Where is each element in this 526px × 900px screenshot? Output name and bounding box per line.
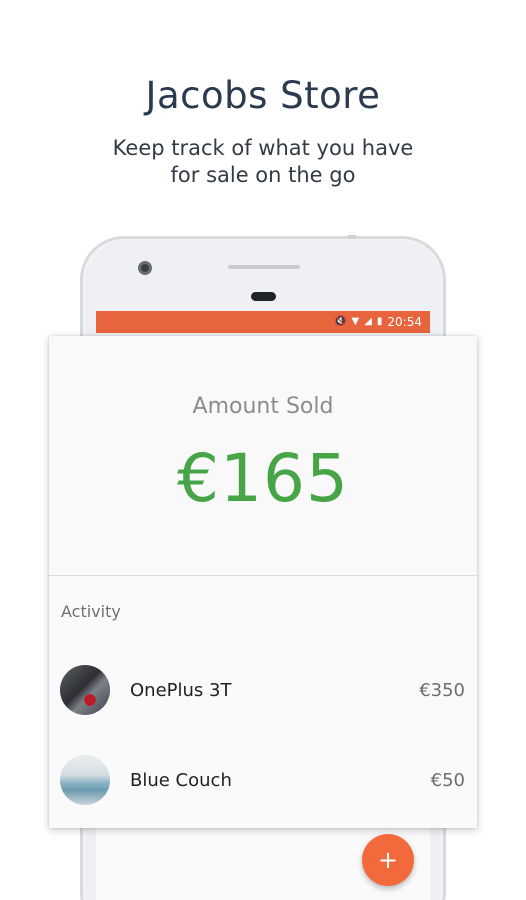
item-title: OnePlus 3T: [130, 679, 232, 701]
store-tagline: Keep track of what you have for sale on …: [0, 135, 526, 189]
phone-speaker: [228, 265, 300, 269]
battery-icon: ▮: [376, 316, 383, 327]
item-price: €350: [419, 679, 465, 701]
item-thumbnail: [60, 755, 110, 805]
store-title: Jacobs Store: [145, 74, 381, 117]
tagline-line-1: Keep track of what you have: [112, 136, 414, 160]
status-time: 20:54: [387, 315, 422, 329]
sales-card: Amount Sold €165 Activity OnePlus 3T €35…: [49, 336, 477, 828]
activity-item[interactable]: Blue Couch €50: [49, 750, 477, 810]
status-bar: 🔇 ▼ ◢ ▮ 20:54: [96, 311, 430, 333]
mute-icon: 🔇: [334, 316, 347, 327]
item-thumbnail: [60, 665, 110, 715]
front-camera: [138, 261, 152, 275]
activity-header: Activity: [61, 602, 121, 621]
amount-sold-value: €165: [177, 440, 349, 517]
activity-item[interactable]: OnePlus 3T €350: [49, 660, 477, 720]
phone-button: [348, 235, 356, 239]
item-price: €50: [430, 769, 465, 791]
wifi-icon: ▼: [351, 316, 360, 327]
signal-icon: ◢: [364, 316, 372, 327]
item-title: Blue Couch: [130, 769, 232, 791]
phone-sensor: [251, 292, 276, 301]
amount-sold-panel: Amount Sold €165: [49, 336, 477, 576]
add-item-button[interactable]: +: [362, 834, 414, 886]
tagline-line-2: for sale on the go: [170, 163, 356, 187]
amount-sold-label: Amount Sold: [192, 394, 334, 419]
